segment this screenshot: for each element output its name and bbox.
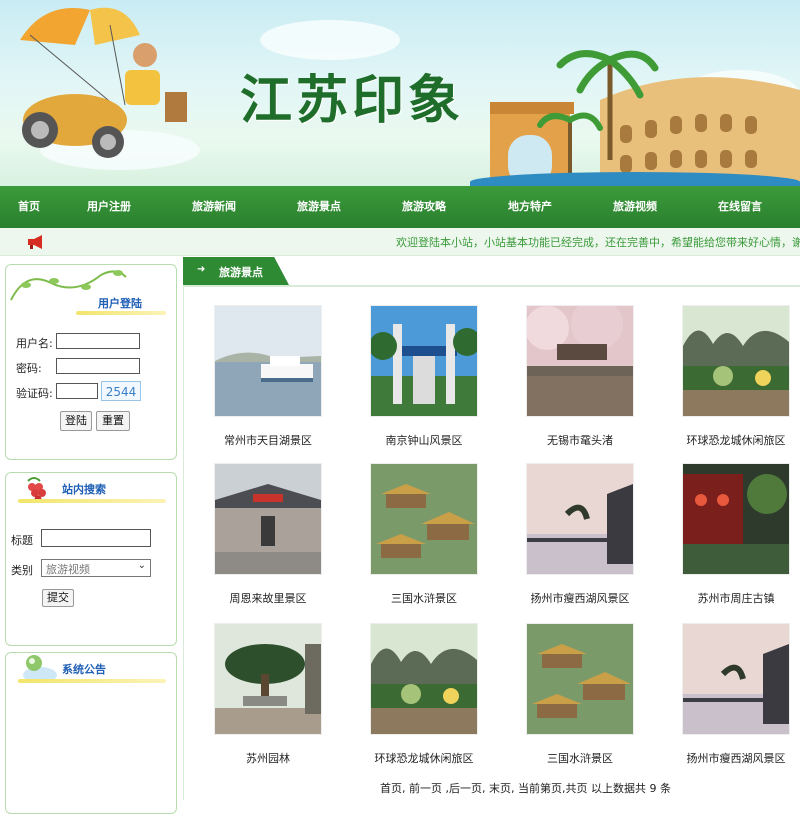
search-category-value: 旅游视频 [46, 563, 90, 576]
password-label: 密码: [16, 362, 42, 375]
spot-photo[interactable] [526, 305, 634, 417]
nav-messages[interactable]: 在线留言 [718, 186, 762, 228]
reset-button[interactable]: 重置 [96, 411, 130, 431]
main-tab-bar: ➜ 旅游景点 [183, 257, 800, 287]
captcha-label: 验证码: [16, 387, 53, 400]
notice-bar: 欢迎登陆本小站，小站基本功能已经完成，还在完善中，希望能给您带来好心情，谢谢支持 [0, 228, 800, 256]
login-button[interactable]: 登陆 [60, 411, 92, 431]
spot-photo[interactable] [214, 623, 322, 735]
spot-name[interactable]: 苏州园林 [184, 750, 352, 766]
spot-name[interactable]: 三国水浒景区 [340, 590, 508, 606]
nav-spots[interactable]: 旅游景点 [297, 186, 341, 228]
search-submit-button[interactable]: 提交 [42, 589, 74, 607]
spot-name[interactable]: 周恩来故里景区 [184, 590, 352, 606]
announcement-title: 系统公告 [62, 663, 106, 676]
spot-name[interactable]: 常州市天目湖景区 [184, 432, 352, 448]
arrow-right-icon: ➜ [197, 264, 206, 275]
nav-news[interactable]: 旅游新闻 [192, 186, 236, 228]
tab-spots[interactable]: ➜ 旅游景点 [183, 257, 289, 285]
spot-photo[interactable] [526, 463, 634, 575]
login-panel: 用户登陆 用户名: 密码: 验证码: 2544 登陆 重置 [5, 264, 177, 460]
spot-name[interactable]: 南京钟山风景区 [340, 432, 508, 448]
spot-name[interactable]: 扬州市瘦西湖风景区 [496, 590, 664, 606]
spot-name[interactable]: 扬州市瘦西湖风景区 [652, 750, 800, 766]
search-category-select[interactable]: 旅游视频 ⌄ [41, 559, 151, 577]
password-input[interactable] [56, 358, 140, 374]
spot-photo[interactable] [370, 463, 478, 575]
paraglider-illustration [20, 7, 187, 158]
notice-marquee: 欢迎登陆本小站，小站基本功能已经完成，还在完善中，希望能给您带来好心情，谢谢支持 [396, 236, 800, 249]
captcha-input[interactable] [56, 383, 98, 399]
pagination[interactable]: 首页, 前一页 ,后一页, 末页, 当前第页,共页 以上数据共 9 条 [380, 780, 671, 796]
vine-decoration-icon [10, 270, 127, 301]
landmarks-illustration [490, 50, 800, 186]
spot-photo[interactable] [370, 305, 478, 417]
megaphone-icon [28, 235, 42, 249]
nav-register[interactable]: 用户注册 [87, 186, 131, 228]
spot-photo[interactable] [370, 623, 478, 735]
main-nav: 首页 用户注册 旅游新闻 旅游景点 旅游攻略 地方特产 旅游视频 在线留言 [0, 186, 800, 228]
search-title: 站内搜索 [62, 483, 106, 496]
username-input[interactable] [56, 333, 140, 349]
chevron-down-icon: ⌄ [137, 560, 146, 571]
spot-name[interactable]: 环球恐龙城休闲旅区 [340, 750, 508, 766]
site-title: 江苏印象 [240, 70, 465, 131]
spot-name[interactable]: 无锡市鼋头渚 [496, 432, 664, 448]
captcha-image[interactable]: 2544 [101, 381, 141, 401]
search-title-label: 标题 [11, 534, 33, 547]
spot-photo[interactable] [214, 463, 322, 575]
search-panel: 站内搜索 标题 类别 旅游视频 ⌄ 提交 [5, 472, 177, 646]
announcement-panel: 系统公告 [5, 652, 177, 814]
search-title-input[interactable] [41, 529, 151, 547]
spot-photo[interactable] [682, 623, 790, 735]
tab-spots-label: 旅游景点 [219, 266, 263, 279]
nav-home[interactable]: 首页 [18, 186, 40, 228]
spot-name[interactable]: 三国水浒景区 [496, 750, 664, 766]
username-label: 用户名: [16, 337, 53, 350]
header-banner: 江苏印象 [0, 0, 800, 186]
spot-photo[interactable] [214, 305, 322, 417]
nav-guides[interactable]: 旅游攻略 [402, 186, 446, 228]
spot-name[interactable]: 苏州市周庄古镇 [652, 590, 800, 606]
spot-photo[interactable] [526, 623, 634, 735]
spot-photo[interactable] [682, 305, 790, 417]
spot-name[interactable]: 环球恐龙城休闲旅区 [652, 432, 800, 448]
login-title: 用户登陆 [98, 297, 142, 310]
spot-photo[interactable] [682, 463, 790, 575]
nav-specialties[interactable]: 地方特产 [508, 186, 552, 228]
nav-videos[interactable]: 旅游视频 [613, 186, 657, 228]
search-category-label: 类别 [11, 564, 33, 577]
